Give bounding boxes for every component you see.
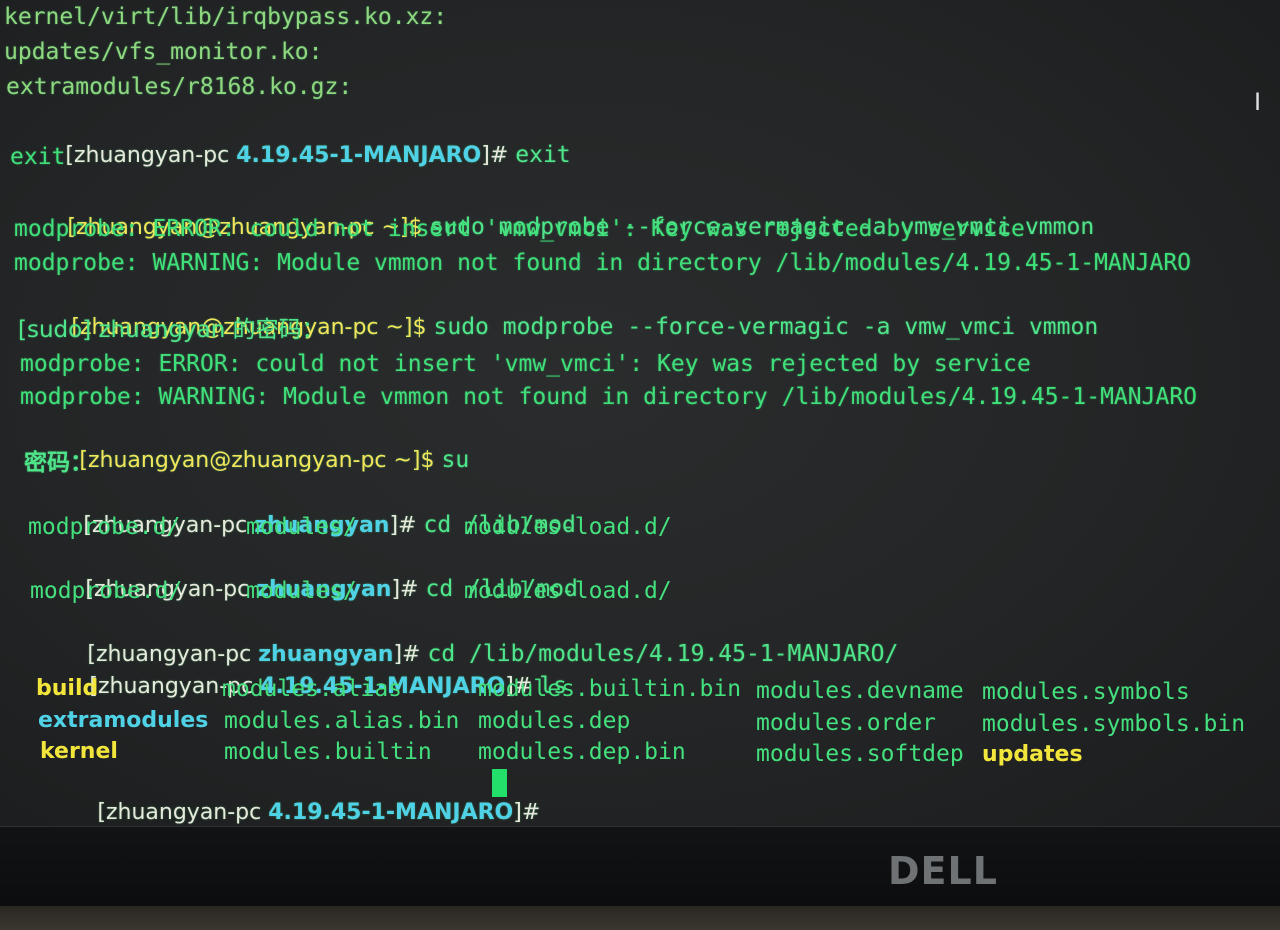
dell-logo: DELL: [888, 849, 998, 893]
completion-item: modules/: [246, 578, 357, 604]
output-line: exit: [10, 144, 66, 170]
prompt-symbol: ]#: [391, 577, 426, 602]
ls-file: modules.dep.bin: [478, 739, 686, 765]
ls-file: modules.builtin.bin: [478, 676, 742, 702]
command-text: exit: [515, 142, 571, 168]
completion-item: modules/: [246, 514, 357, 540]
desk-surface: [0, 906, 1280, 930]
completion-item: modprobe.d/: [28, 514, 181, 540]
output-line: kernel/virt/lib/irqbypass.ko.xz:: [4, 4, 448, 30]
ls-file: modules.order: [756, 710, 937, 736]
ls-file: modules.softdep: [756, 741, 964, 767]
password-prompt: 密码：: [24, 450, 93, 476]
prompt-symbol: ]#: [513, 800, 548, 825]
error-line: modprobe: ERROR: could not insert 'vmw_v…: [14, 216, 1025, 242]
prompt-user: [zhuangyan-pc: [97, 800, 269, 825]
command-text: sudo modprobe --force-vermagic -a vmw_vm…: [433, 314, 1099, 340]
ls-file: modules.alias: [222, 676, 403, 702]
mouse-ibeam-icon: I: [1254, 88, 1262, 116]
ls-dir: kernel: [40, 739, 118, 764]
ls-dir: extramodules: [38, 708, 209, 733]
ls-file: modules.symbols.bin: [982, 711, 1246, 737]
ls-dir: build: [36, 676, 99, 701]
monitor-bezel: DELL: [0, 826, 1280, 907]
prompt-dir: 4.19.45-1-MANJARO: [236, 143, 482, 168]
terminal-screen[interactable]: kernel/virt/lib/irqbypass.ko.xz: updates…: [0, 0, 1280, 832]
ls-file: modules.symbols: [982, 679, 1190, 705]
warning-line: modprobe: WARNING: Module vmmon not foun…: [14, 250, 1192, 276]
warning-line: modprobe: WARNING: Module vmmon not foun…: [20, 384, 1198, 410]
text-cursor: [492, 769, 507, 797]
prompt-symbol: ]#: [389, 513, 424, 538]
active-prompt-line[interactable]: [zhuangyan-pc 4.19.45-1-MANJARO]#: [42, 767, 547, 832]
prompt-user: [zhuangyan@zhuangyan-pc ~]$: [79, 448, 442, 473]
completion-item: modules-load.d/: [464, 514, 672, 540]
ls-dir: updates: [982, 742, 1083, 767]
prompt-dir: 4.19.45-1-MANJARO: [268, 800, 514, 825]
prompt-user: [zhuangyan-pc: [65, 143, 237, 168]
output-line: updates/vfs_monitor.ko:: [4, 39, 323, 65]
error-line: modprobe: ERROR: could not insert 'vmw_v…: [20, 351, 1031, 377]
ls-file: modules.alias.bin: [224, 708, 460, 734]
sudo-password-prompt: [sudo] zhuangyan 的密码：: [18, 317, 325, 343]
command-text: su: [441, 447, 470, 473]
completion-item: modprobe.d/: [30, 578, 183, 604]
ls-file: modules.builtin: [224, 739, 432, 765]
prompt-symbol: ]#: [481, 143, 516, 168]
completion-item: modules-load.d/: [464, 578, 672, 604]
ls-file: modules.devname: [756, 678, 964, 704]
output-line: extramodules/r8168.ko.gz:: [6, 74, 353, 100]
ls-file: modules.dep: [478, 708, 631, 734]
